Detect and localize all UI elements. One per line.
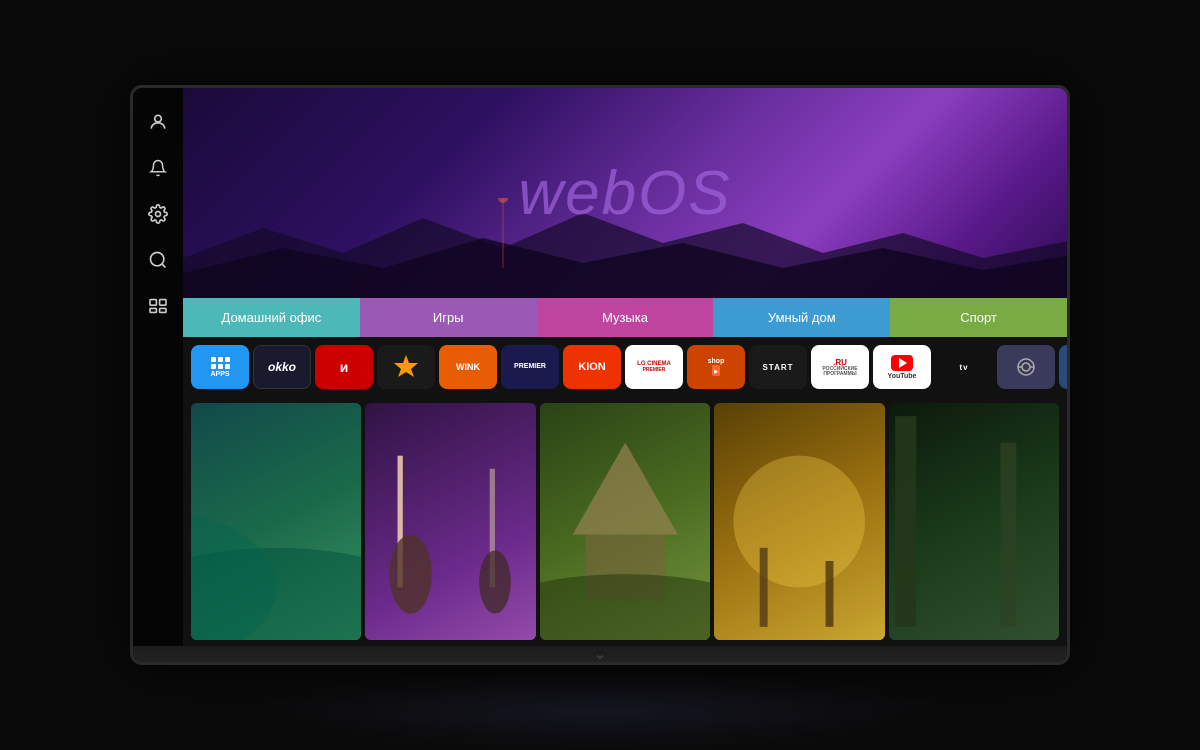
app-shop[interactable]: shop ▶ [687,345,745,389]
thumbnails-row [183,397,1067,646]
thumbnail-5[interactable] [889,403,1059,640]
app-misc[interactable] [997,345,1055,389]
thumbnail-3[interactable] [540,403,710,640]
tv-frame: webOS Домашний офис Игры Музыка Умный до… [130,85,1070,665]
app-start[interactable]: START [749,345,807,389]
tv-bezel-bottom: ⌄ [133,646,1067,662]
apps-row: APPS okko и WINK [183,337,1067,397]
chevron-down-icon: ⌄ [593,644,606,664]
category-sport[interactable]: Спорт [890,298,1067,337]
categories-bar: Домашний офис Игры Музыка Умный дом Спор… [183,298,1067,337]
thumbnail-4[interactable] [714,403,884,640]
category-home-office[interactable]: Домашний офис [183,298,360,337]
app-wink[interactable]: WINK [439,345,497,389]
app-tv[interactable] [1059,345,1067,389]
category-games[interactable]: Игры [360,298,537,337]
notifications-icon[interactable] [144,154,172,182]
thumbnail-1[interactable] [191,403,361,640]
app-lgcinema[interactable]: LG CINEMA PREMIER [625,345,683,389]
app-ru[interactable]: .RU РОССИЙСКИЕ ПРОГРАММЫ [811,345,869,389]
app-okko[interactable]: okko [253,345,311,389]
app-kion[interactable]: KION [563,345,621,389]
profile-icon[interactable] [144,108,172,136]
app-kinopoisk[interactable] [377,345,435,389]
app-ivi[interactable]: и [315,345,373,389]
hero-banner: webOS [183,88,1067,298]
hero-title: webOS [518,158,731,229]
thumbnail-2[interactable] [365,403,535,640]
settings-icon[interactable] [144,200,172,228]
category-music[interactable]: Музыка [537,298,714,337]
app-youtube[interactable]: YouTube [873,345,931,389]
app-premier[interactable]: PREMIER [501,345,559,389]
category-smart-home[interactable]: Умный дом [713,298,890,337]
guide-icon[interactable] [144,292,172,320]
app-appletv[interactable]: tv [935,345,993,389]
main-content: webOS Домашний офис Игры Музыка Умный до… [183,88,1067,646]
search-icon[interactable] [144,246,172,274]
sidebar [133,88,183,646]
app-apps[interactable]: APPS [191,345,249,389]
tv-screen: webOS Домашний офис Игры Музыка Умный до… [133,88,1067,646]
